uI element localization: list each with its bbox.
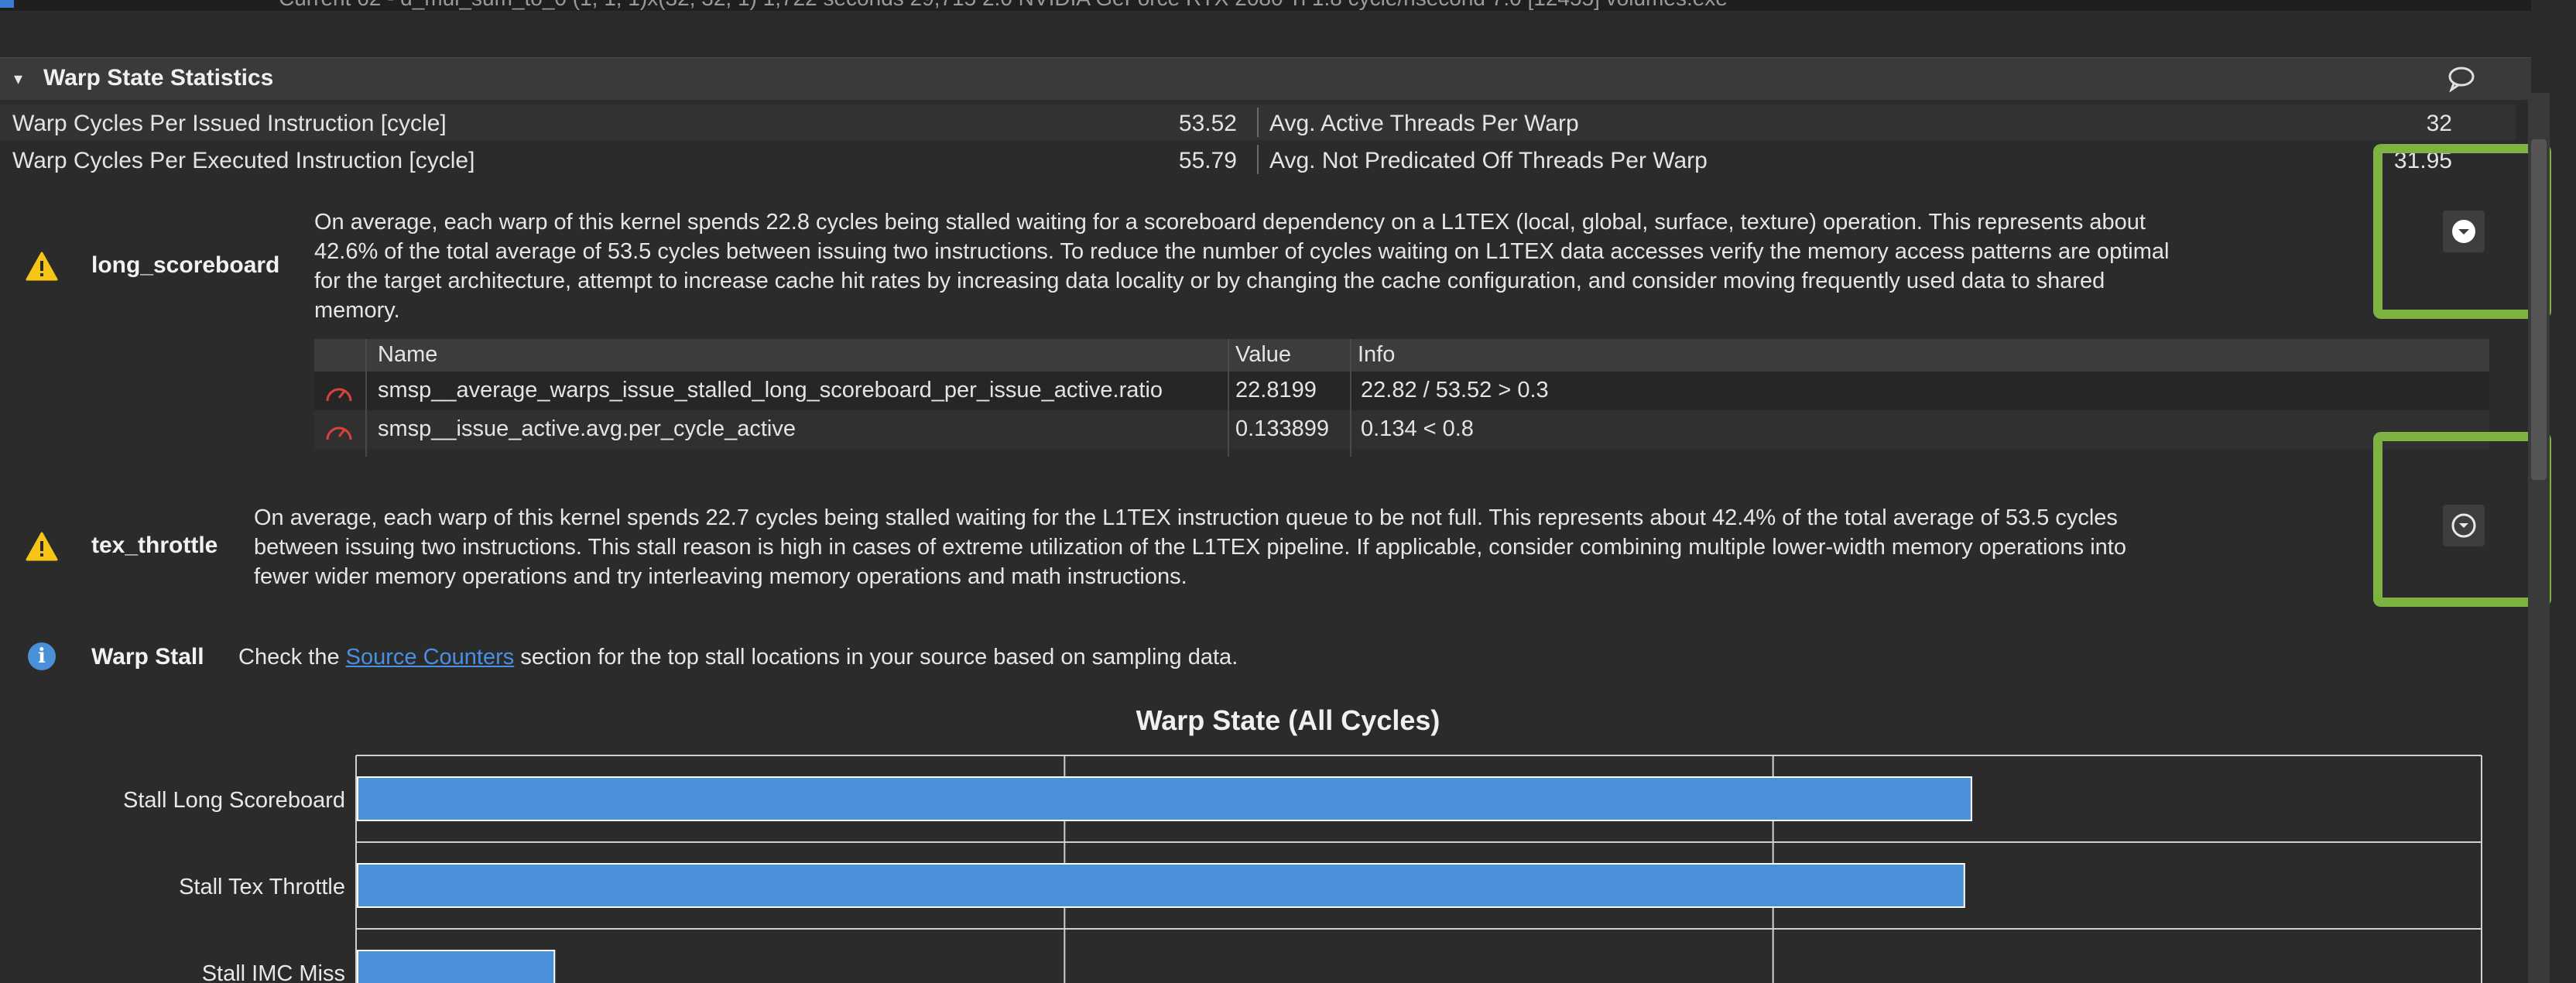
section-title: Warp State Statistics — [43, 65, 274, 91]
chart-bar — [357, 863, 1965, 908]
rule-description-line: On average, each warp of this kernel spe… — [314, 210, 2146, 235]
rule-description-line: for the target architecture, attempt to … — [314, 269, 2105, 293]
results-row[interactable]: Current 62 - d_mul_sum_to_0 (1, 1, 1)x(3… — [0, 0, 2531, 11]
column-divider — [1257, 145, 1259, 174]
category-label: Stall Tex Throttle — [179, 875, 345, 899]
category-label: Stall IMC Miss — [202, 961, 345, 983]
column-header-info[interactable]: Info — [1358, 342, 1395, 368]
info-icon: i — [28, 642, 56, 670]
category-label: Stall Long Scoreboard — [123, 788, 345, 813]
vertical-scrollbar[interactable] — [2528, 93, 2550, 983]
metric-value: 32 — [2426, 111, 2452, 136]
text: Check the — [238, 645, 346, 670]
metric-value: 55.79 — [1178, 148, 1237, 173]
rule-description: Check the Source Counters section for th… — [238, 642, 1238, 672]
chevron-down-circle-icon — [2451, 513, 2476, 538]
metric-row: Warp Cycles Per Executed Instruction [cy… — [0, 142, 2516, 177]
column-divider — [1350, 339, 1351, 457]
rule-description: On average, each warp of this kernel spe… — [254, 503, 2390, 591]
column-divider — [1257, 108, 1259, 137]
gauge-icon — [326, 426, 352, 440]
comment-icon[interactable] — [2446, 64, 2477, 92]
metric-label: Warp Cycles Per Issued Instruction [cycl… — [12, 111, 447, 136]
chart-bar — [357, 776, 1972, 821]
rule-description-line: between issuing two instructions. This s… — [254, 535, 2126, 560]
text: section for the top stall locations in y… — [514, 645, 1238, 670]
metric-name: smsp__average_warps_issue_stalled_long_s… — [378, 378, 1163, 402]
metric-value: 0.133899 — [1235, 416, 1329, 441]
warning-icon — [26, 532, 58, 561]
rule-name: tex_throttle — [91, 533, 218, 558]
table-header: Name Value Info — [314, 339, 2489, 372]
metric-info: 22.82 / 53.52 > 0.3 — [1361, 378, 1549, 402]
collapse-arrow-icon[interactable]: ▾ — [14, 69, 22, 89]
results-row-text: Current 62 - d_mul_sum_to_0 (1, 1, 1)x(3… — [279, 0, 1728, 11]
metric-name: smsp__issue_active.avg.per_cycle_active — [378, 416, 796, 441]
warp-state-chart: Stall Long Scoreboard Stall Tex Throttle S… — [123, 755, 2482, 983]
selection-marker — [0, 0, 14, 8]
scrollbar-thumb[interactable] — [2531, 139, 2547, 480]
gauge-icon — [326, 388, 352, 402]
metric-value: 22.8199 — [1235, 378, 1317, 402]
chevron-down-circle-icon — [2452, 220, 2475, 243]
metric-label: Avg. Active Threads Per Warp — [1269, 111, 1579, 136]
rule-description-line: On average, each warp of this kernel spe… — [254, 505, 2118, 530]
rule-description-line: fewer wider memory operations and try in… — [254, 564, 1187, 589]
section-header[interactable]: ▾ Warp State Statistics — [0, 57, 2531, 100]
rule-name: long_scoreboard — [91, 252, 280, 278]
source-counters-link[interactable]: Source Counters — [346, 645, 515, 670]
metric-info: 0.134 < 0.8 — [1361, 416, 1474, 441]
metric-row: Warp Cycles Per Issued Instruction [cycl… — [0, 104, 2516, 140]
table-row[interactable]: smsp__issue_active.avg.per_cycle_active … — [314, 410, 2489, 449]
rule-description-line: 42.6% of the total average of 53.5 cycle… — [314, 239, 2170, 264]
chart-title: Warp State (All Cycles) — [1136, 704, 1440, 736]
warning-icon — [26, 252, 58, 281]
table-row[interactable]: smsp__average_warps_issue_stalled_long_s… — [314, 372, 2489, 410]
metric-value: 53.52 — [1178, 111, 1237, 136]
rule-metrics-table: Name Value Info smsp__average_warps_issu… — [314, 339, 2489, 457]
expand-button[interactable] — [2443, 505, 2485, 546]
rule-description-line: memory. — [314, 298, 400, 323]
column-header-value[interactable]: Value — [1235, 342, 1291, 368]
rule-description: On average, each warp of this kernel spe… — [314, 207, 2389, 325]
expand-button[interactable] — [2443, 211, 2485, 252]
column-divider — [1228, 339, 1229, 457]
rule-name: Warp Stall — [91, 644, 204, 670]
chart-bar — [357, 950, 556, 983]
metric-label: Warp Cycles Per Executed Instruction [cy… — [12, 148, 475, 173]
metric-label: Avg. Not Predicated Off Threads Per Warp — [1269, 148, 1708, 173]
column-divider — [365, 339, 367, 457]
column-header-name[interactable]: Name — [378, 342, 437, 368]
